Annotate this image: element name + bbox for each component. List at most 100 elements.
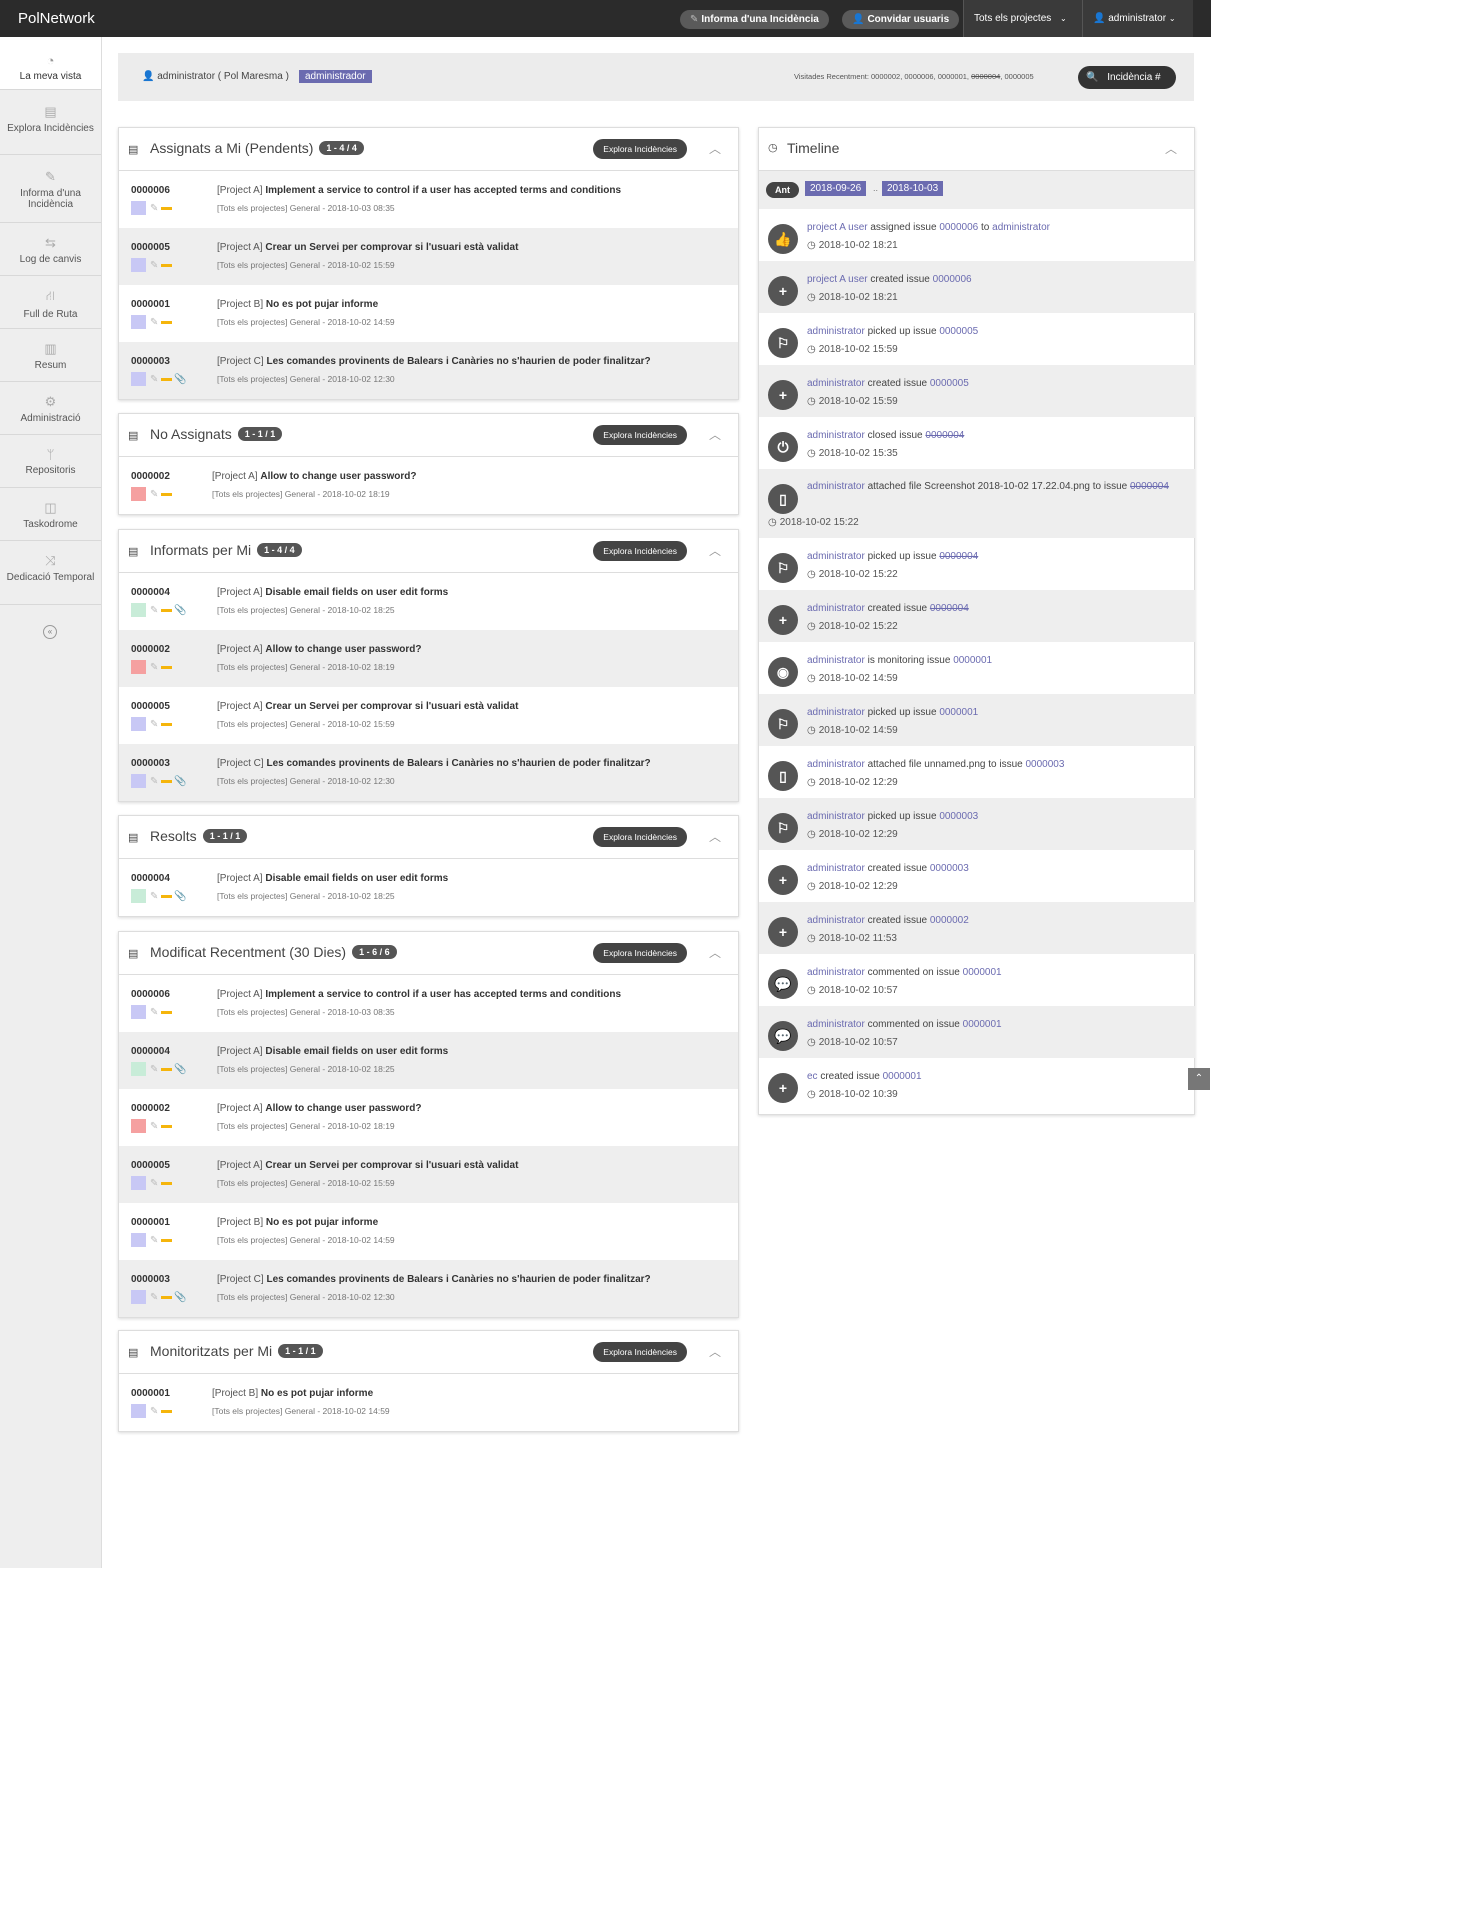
issue-link[interactable]: 0000003 (930, 863, 969, 874)
collapse-sidebar-icon[interactable]: « (43, 625, 57, 639)
actor-link[interactable]: administrator (807, 378, 865, 389)
issue-link[interactable]: 0000004 (1130, 481, 1169, 492)
issue-row[interactable]: 0000006 ✎ [Project A] Implement a service … (119, 975, 738, 1032)
pencil-icon[interactable]: ✎ (150, 605, 158, 616)
issue-id-link[interactable]: 0000005 (131, 242, 170, 253)
browse-issues-button[interactable]: Explora Incidències (593, 943, 687, 963)
collapse-icon[interactable]: ︿ (709, 944, 721, 961)
collapse-icon[interactable]: ︿ (709, 828, 721, 845)
issue-link[interactable]: 0000003 (1025, 759, 1064, 770)
issue-summary[interactable]: [Project A] Allow to change user passwor… (217, 644, 422, 655)
actor-link[interactable]: administrator (807, 707, 865, 718)
pencil-icon[interactable]: ✎ (150, 1178, 158, 1189)
report-issue-button[interactable]: ✎ Informa d'una Incidència (680, 10, 829, 29)
browse-issues-button[interactable]: Explora Incidències (593, 1342, 687, 1362)
issue-id-link[interactable]: 0000002 (131, 644, 170, 655)
issue-id-link[interactable]: 0000001 (131, 1217, 170, 1228)
issue-link[interactable]: 0000006 (933, 274, 972, 285)
issue-link[interactable]: 0000003 (939, 811, 978, 822)
issue-summary-text[interactable]: Allow to change user password? (260, 471, 416, 482)
invite-users-button[interactable]: 👤 Convidar usuaris (842, 10, 960, 29)
actor-link[interactable]: administrator (807, 967, 865, 978)
collapse-icon[interactable]: ︿ (709, 1343, 721, 1360)
sidebar-item-time-tracking[interactable]: ⤨ Dedicació Temporal (0, 541, 101, 605)
issue-summary-text[interactable]: Crear un Servei per comprovar si l'usuar… (265, 242, 518, 253)
browse-issues-button[interactable]: Explora Incidències (593, 541, 687, 561)
issue-summary[interactable]: [Project A] Implement a service to contr… (217, 989, 621, 1000)
issue-summary-text[interactable]: No es pot pujar informe (266, 299, 378, 310)
issue-row[interactable]: 0000003 ✎ 📎 [Project C] Les comandes provin… (119, 342, 738, 399)
issue-row[interactable]: 0000006 ✎ [Project A] Implement a service … (119, 171, 738, 228)
issue-summary-text[interactable]: Implement a service to control if a user… (265, 185, 621, 196)
user-menu[interactable]: 👤 administrator ⌄ (1082, 0, 1193, 37)
actor-link[interactable]: administrator (807, 759, 865, 770)
recent-issue-links[interactable]: 0000002, 0000006, 0000001, (871, 72, 971, 81)
issue-summary[interactable]: [Project C] Les comandes provinents de B… (217, 758, 651, 769)
actor-link[interactable]: administrator (807, 430, 865, 441)
issue-summary-text[interactable]: No es pot pujar informe (266, 1217, 378, 1228)
pencil-icon[interactable]: ✎ (150, 317, 158, 328)
pencil-icon[interactable]: ✎ (150, 662, 158, 673)
issue-link[interactable]: 0000006 (939, 222, 978, 233)
issue-summary-text[interactable]: Disable email fields on user edit forms (265, 873, 448, 884)
issue-link[interactable]: 0000001 (883, 1071, 922, 1082)
issue-row[interactable]: 0000004 ✎ 📎 [Project A] Disable email field… (119, 573, 738, 630)
actor-link[interactable]: administrator (807, 1019, 865, 1030)
issue-id-link[interactable]: 0000004 (131, 587, 170, 598)
issue-id-link[interactable]: 0000003 (131, 356, 170, 367)
actor-link[interactable]: ec (807, 1071, 818, 1082)
recent-issue-links[interactable]: , 0000005 (1000, 72, 1033, 81)
issue-row[interactable]: 0000005 ✎ [Project A] Crear un Servei per … (119, 228, 738, 285)
actor-link[interactable]: administrator (807, 603, 865, 614)
issue-summary[interactable]: [Project A] Crear un Servei per comprova… (217, 701, 518, 712)
issue-row[interactable]: 0000005 ✎ [Project A] Crear un Servei per … (119, 1146, 738, 1203)
pencil-icon[interactable]: ✎ (150, 1235, 158, 1246)
issue-summary-text[interactable]: Crear un Servei per comprovar si l'usuar… (265, 1160, 518, 1171)
issue-summary-text[interactable]: Allow to change user password? (265, 1103, 421, 1114)
pencil-icon[interactable]: ✎ (150, 260, 158, 271)
sidebar-item-roadmap[interactable]: ⛙ Full de Ruta (0, 276, 101, 329)
issue-id-link[interactable]: 0000006 (131, 185, 170, 196)
issue-id-link[interactable]: 0000006 (131, 989, 170, 1000)
issue-summary[interactable]: [Project A] Crear un Servei per comprova… (217, 242, 518, 253)
pencil-icon[interactable]: ✎ (150, 1292, 158, 1303)
actor-link[interactable]: project A user (807, 274, 868, 285)
issue-id-link[interactable]: 0000004 (131, 1046, 170, 1057)
issue-link[interactable]: 0000005 (930, 378, 969, 389)
issue-summary[interactable]: [Project A] Disable email fields on user… (217, 587, 448, 598)
sidebar-item-administration[interactable]: ⚙ Administració (0, 382, 101, 435)
issue-id-link[interactable]: 0000001 (131, 299, 170, 310)
actor-link[interactable]: administrator (807, 655, 865, 666)
issue-row[interactable]: 0000003 ✎ 📎 [Project C] Les comandes provin… (119, 744, 738, 801)
sidebar-item-repositories[interactable]: ᛘ Repositoris (0, 435, 101, 488)
pencil-icon[interactable]: ✎ (150, 891, 158, 902)
actor-link[interactable]: administrator (807, 915, 865, 926)
issue-row[interactable]: 0000002 ✎ [Project A] Allow to change user… (119, 630, 738, 687)
recent-issue-link-closed[interactable]: 0000004 (971, 72, 1000, 81)
issue-link[interactable]: 0000005 (939, 326, 978, 337)
brand-logo[interactable]: PolNetwork (18, 10, 95, 27)
issue-summary[interactable]: [Project A] Allow to change user passwor… (212, 471, 417, 482)
actor-link[interactable]: administrator (807, 863, 865, 874)
issue-link[interactable]: 0000001 (963, 967, 1002, 978)
issue-summary-text[interactable]: Allow to change user password? (265, 644, 421, 655)
issue-summary[interactable]: [Project C] Les comandes provinents de B… (217, 1274, 651, 1285)
actor-link[interactable]: administrator (807, 551, 865, 562)
sidebar-item-report-issue[interactable]: ✎ Informa d'una Incidència (0, 155, 101, 223)
issue-link[interactable]: 0000002 (930, 915, 969, 926)
issue-link[interactable]: 0000001 (939, 707, 978, 718)
issue-summary[interactable]: [Project B] No es pot pujar informe (217, 299, 378, 310)
pencil-icon[interactable]: ✎ (150, 203, 158, 214)
pencil-icon[interactable]: ✎ (150, 489, 158, 500)
issue-id-link[interactable]: 0000005 (131, 1160, 170, 1171)
issue-summary-text[interactable]: No es pot pujar informe (261, 1388, 373, 1399)
issue-link[interactable]: 0000001 (963, 1019, 1002, 1030)
collapse-icon[interactable]: ︿ (709, 140, 721, 157)
actor-link[interactable]: administrator (807, 481, 865, 492)
issue-summary[interactable]: [Project C] Les comandes provinents de B… (217, 356, 651, 367)
sidebar-item-browse-issues[interactable]: ▤ Explora Incidències (0, 90, 101, 155)
issue-summary-text[interactable]: Les comandes provinents de Balears i Can… (266, 1274, 650, 1285)
pencil-icon[interactable]: ✎ (150, 1064, 158, 1075)
issue-row[interactable]: 0000002 ✎ [Project A] Allow to change user… (119, 1089, 738, 1146)
sidebar-item-changelog[interactable]: ⇆ Log de canvis (0, 223, 101, 276)
